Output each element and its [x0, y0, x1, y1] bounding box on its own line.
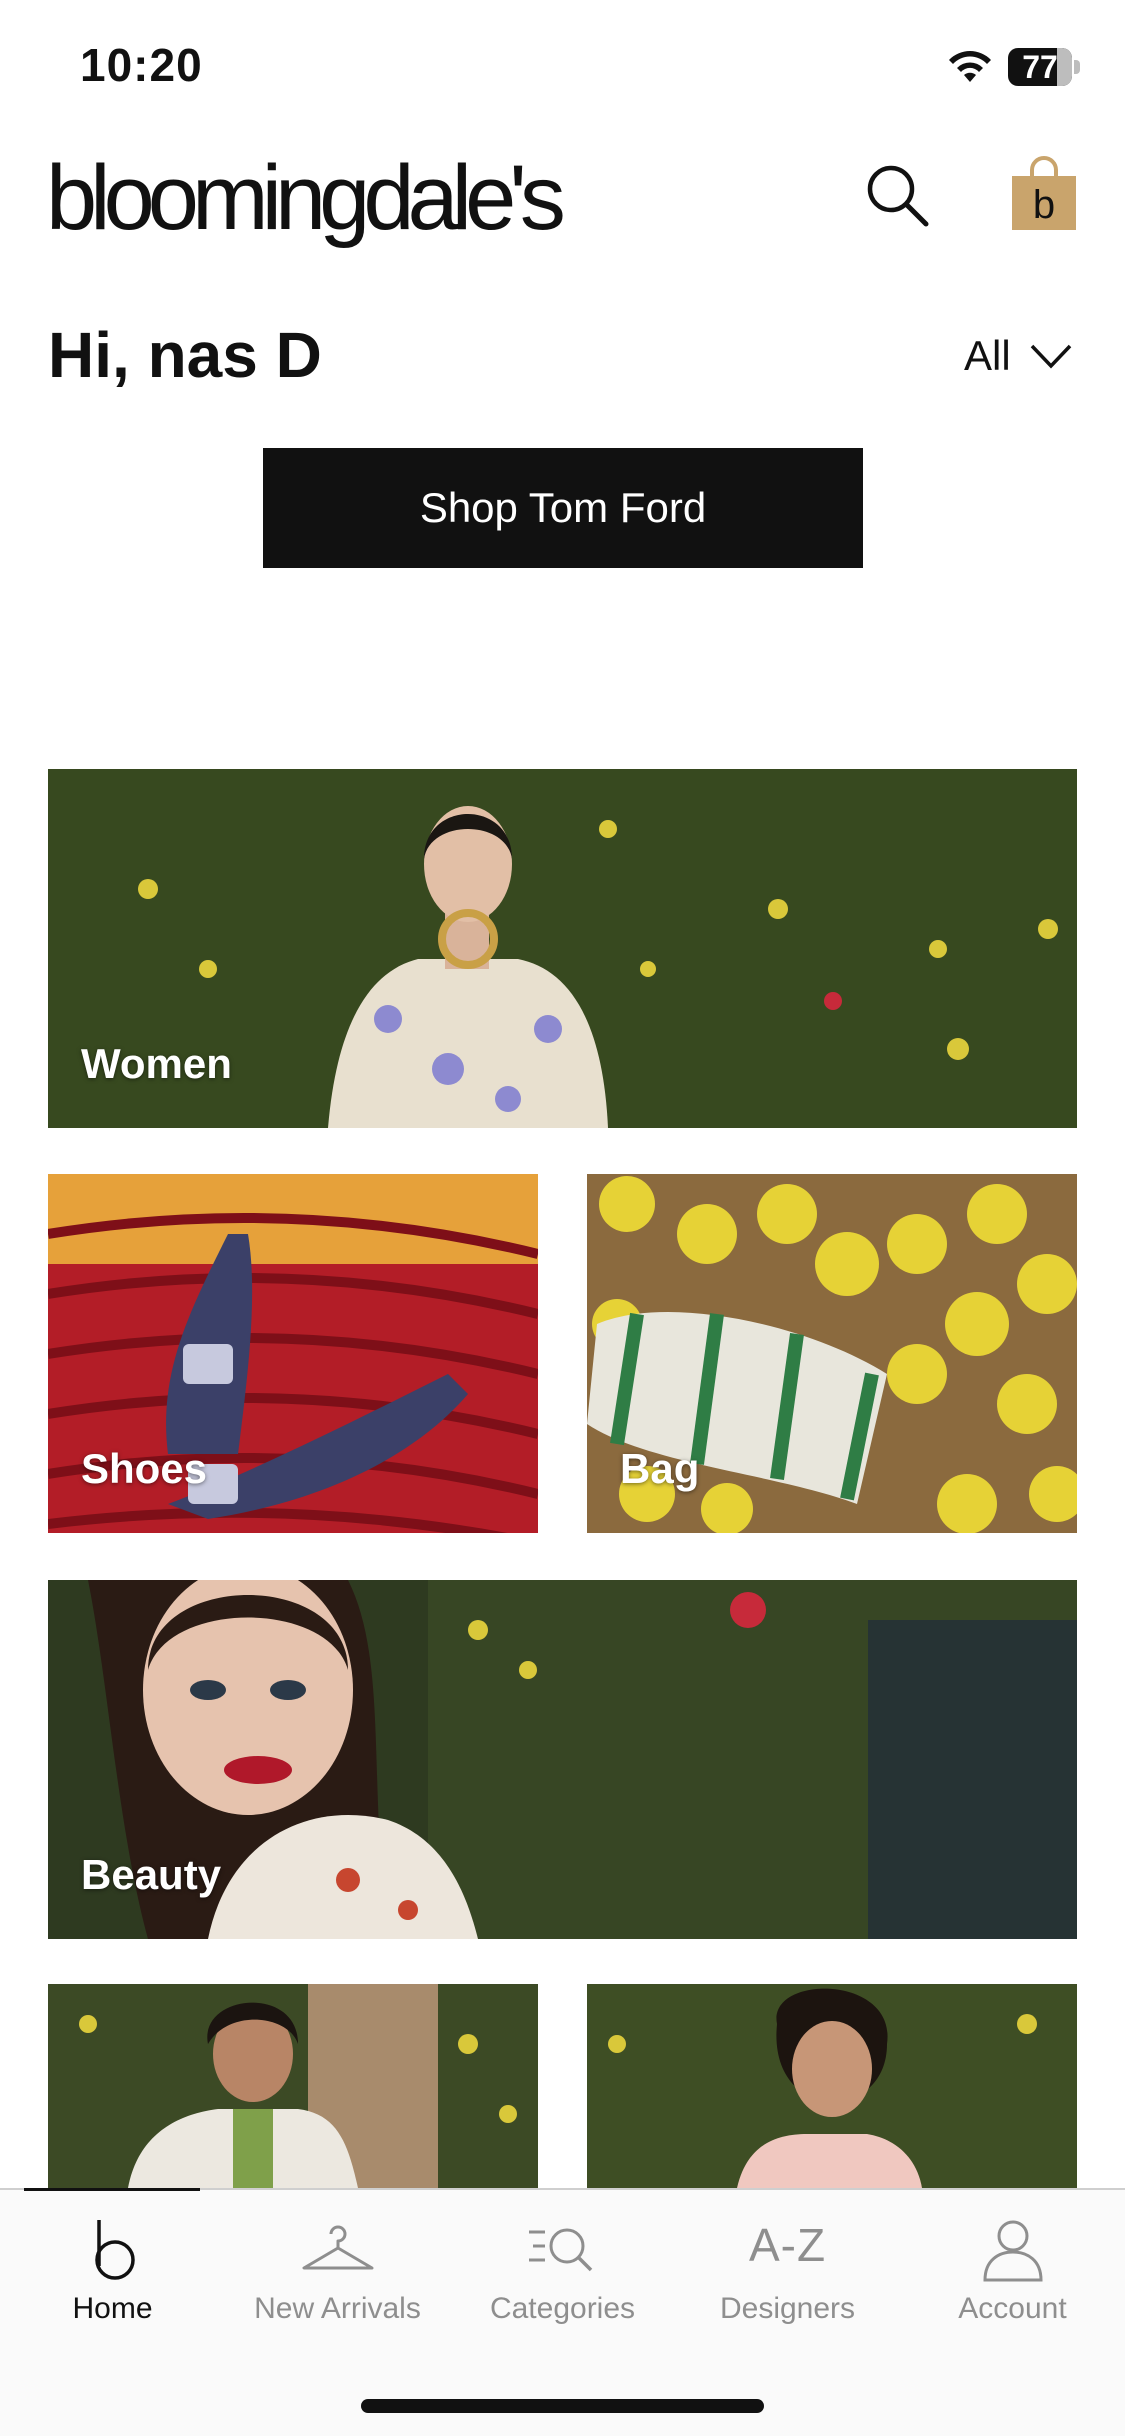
categories-search-icon [528, 2228, 592, 2272]
tab-label-designers: Designers [719, 2292, 856, 2325]
category-tile-women[interactable]: Women [48, 769, 1077, 1128]
home-indicator[interactable] [361, 2399, 764, 2413]
tile-label-beauty: Beauty [81, 1851, 222, 1898]
chevron-down-icon [1030, 344, 1071, 369]
filter-label: All [964, 332, 1011, 379]
tab-categories[interactable]: Categories [450, 2190, 675, 2340]
category-tile-beauty[interactable]: Beauty [48, 1580, 1077, 1939]
tab-label-new-arrivals: New Arrivals [254, 2292, 421, 2325]
status-bar: 10:20 77 [0, 0, 1125, 130]
kids-photo [587, 1984, 1077, 2188]
battery-tip [1074, 60, 1080, 74]
tab-home[interactable]: Home [0, 2190, 225, 2340]
category-tile-shoes[interactable]: Shoes [48, 1174, 538, 1533]
tab-designers[interactable]: A-Z Designers [675, 2190, 900, 2340]
app-screen: 10:20 77 bloomingdale's b Hi, nas D All [0, 0, 1125, 2436]
tile-label-women: Women [81, 1040, 232, 1087]
shop-tom-ford-button[interactable]: Shop Tom Ford [263, 448, 863, 568]
wifi-icon [949, 51, 991, 82]
hanger-icon [302, 2225, 373, 2270]
store-filter-dropdown[interactable]: All [964, 328, 1073, 384]
tab-account[interactable]: Account [900, 2190, 1125, 2340]
home-b-icon [94, 2220, 135, 2280]
status-time: 10:20 [80, 39, 203, 91]
tab-new-arrivals[interactable]: New Arrivals [225, 2190, 450, 2340]
person-icon [982, 2220, 1043, 2282]
tab-label-home: Home [72, 2292, 153, 2325]
search-icon[interactable] [862, 160, 932, 230]
tab-label-categories: Categories [489, 2292, 636, 2325]
tile-label-shoes: Shoes [81, 1445, 208, 1492]
bag-letter: b [1033, 183, 1055, 227]
brand-logo[interactable]: bloomingdale's [46, 148, 566, 248]
tile-label-bag: Bag [620, 1445, 700, 1492]
battery-percent: 77 [1022, 49, 1058, 85]
shopping-bag-icon: b [1012, 156, 1076, 230]
tab-label-account: Account [958, 2292, 1067, 2325]
category-tile-kids[interactable] [587, 1984, 1077, 2188]
shopping-bag-button[interactable]: b [1010, 156, 1078, 232]
greeting-title: Hi, nas D [48, 319, 322, 391]
category-tile-men[interactable] [48, 1984, 538, 2188]
a-z-text-icon: A-Z [748, 2219, 827, 2271]
men-photo [48, 1984, 538, 2188]
category-tile-bag[interactable]: Bag [587, 1174, 1077, 1533]
battery-icon: 77 [1008, 48, 1080, 86]
